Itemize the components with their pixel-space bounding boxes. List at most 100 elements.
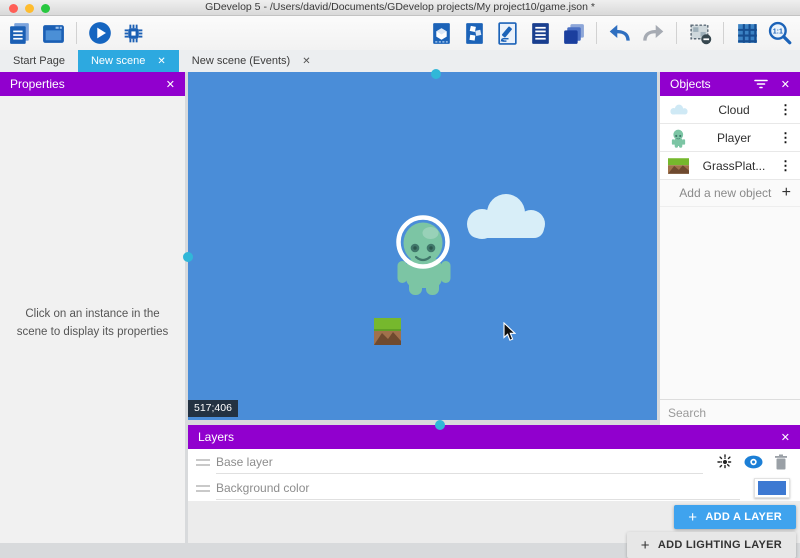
properties-panel: Properties ✕ Click on an instance in the… (0, 72, 185, 543)
instances-list-button[interactable] (526, 19, 554, 47)
drag-handle-icon[interactable] (196, 485, 210, 492)
play-preview-icon (87, 20, 113, 46)
grid-icon (735, 21, 760, 46)
object-name: Player (690, 131, 778, 145)
object-name: GrassPlat... (690, 159, 778, 173)
object-name: Cloud (690, 103, 778, 117)
drag-handle-icon[interactable] (196, 459, 210, 466)
scene-properties-button[interactable] (427, 19, 455, 47)
tab-label: New scene (Events) (192, 55, 290, 67)
tab-new-scene[interactable]: New scene ✕ (78, 50, 179, 72)
search-input[interactable] (668, 406, 800, 420)
traffic-lights (9, 4, 50, 13)
plus-icon: + (782, 185, 791, 201)
debug-icon (121, 21, 146, 46)
mouse-cursor (503, 322, 516, 342)
layers-panel-header: Layers ✕ (188, 425, 800, 449)
objects-search (660, 399, 800, 425)
undo-icon (607, 20, 633, 46)
cloud-instance[interactable] (456, 188, 556, 244)
close-icon[interactable]: ✕ (781, 431, 790, 444)
grass-platform-thumbnail-icon (667, 154, 690, 177)
panel-resize-handle-top[interactable] (431, 69, 441, 79)
minimize-window-button[interactable] (25, 4, 34, 13)
layers-panel: Layers ✕ Base layer Background color + A… (188, 425, 800, 543)
layers-stack-button[interactable] (559, 19, 587, 47)
objects-panel: Objects ✕ Cloud ⋮ Player ⋮ GrassPlat... … (660, 72, 800, 425)
redo-button[interactable] (639, 19, 667, 47)
grass-platform-instance[interactable] (374, 318, 401, 345)
player-instance[interactable] (392, 212, 456, 296)
object-menu-icon[interactable]: ⋮ (778, 158, 793, 174)
layer-name-field[interactable]: Base layer (216, 451, 703, 474)
properties-panel-header: Properties ✕ (0, 72, 185, 96)
tab-new-scene-events[interactable]: New scene (Events) ✕ (179, 50, 324, 72)
layer-name-field[interactable]: Background color (216, 477, 740, 500)
add-lighting-layer-label: ADD LIGHTING LAYER (658, 539, 782, 551)
scene-properties-icon (429, 21, 454, 46)
mask-button[interactable] (686, 19, 714, 47)
redo-icon (640, 20, 666, 46)
window-title: GDevelop 5 - /Users/david/Documents/GDev… (0, 0, 800, 15)
cloud-thumbnail-icon (667, 98, 690, 121)
panel-title: Objects (670, 77, 711, 91)
edit-scene-button[interactable] (493, 19, 521, 47)
close-tab-icon[interactable]: ✕ (302, 56, 310, 67)
grid-button[interactable] (733, 19, 761, 47)
toolbar-separator (676, 22, 677, 44)
objects-panel-header: Objects ✕ (660, 72, 800, 96)
background-color-swatch[interactable] (754, 478, 790, 498)
plus-icon: + (688, 510, 697, 525)
object-row-player[interactable]: Player ⋮ (660, 124, 800, 152)
panel-resize-handle-left[interactable] (183, 252, 193, 262)
mask-icon (688, 21, 713, 46)
scene-window-icon (41, 21, 66, 46)
zoom-original-button[interactable]: 1:1 (766, 19, 794, 47)
undo-button[interactable] (606, 19, 634, 47)
scene-canvas[interactable]: 517;406 (188, 72, 657, 420)
visibility-eye-icon[interactable] (744, 455, 763, 469)
close-tab-icon[interactable]: ✕ (157, 56, 165, 67)
object-row-cloud[interactable]: Cloud ⋮ (660, 96, 800, 124)
object-menu-icon[interactable]: ⋮ (778, 102, 793, 118)
object-menu-icon[interactable]: ⋮ (778, 130, 793, 146)
trash-icon[interactable] (774, 454, 788, 470)
add-layer-button[interactable]: + ADD A LAYER (674, 505, 796, 529)
tab-label: New scene (91, 55, 145, 67)
player-thumbnail-icon (667, 126, 690, 149)
close-icon[interactable]: ✕ (166, 78, 175, 91)
play-preview-button[interactable] (86, 19, 114, 47)
instances-list-icon (528, 21, 553, 46)
main-toolbar: 1:1 (0, 16, 800, 50)
plus-icon: + (641, 538, 650, 553)
close-icon[interactable]: ✕ (781, 78, 790, 91)
zoom-1-1-icon: 1:1 (767, 20, 793, 46)
maximize-window-button[interactable] (41, 4, 50, 13)
objects-editor-button[interactable] (460, 19, 488, 47)
project-manager-button[interactable] (6, 19, 34, 47)
toolbar-left-group (6, 19, 147, 47)
tab-label: Start Page (13, 55, 65, 67)
debug-button[interactable] (119, 19, 147, 47)
scene-editor-button[interactable] (39, 19, 67, 47)
panel-resize-handle-bottom[interactable] (435, 420, 445, 430)
panel-title: Properties (10, 77, 65, 91)
toolbar-separator (723, 22, 724, 44)
filter-icon[interactable] (753, 77, 769, 91)
window-titlebar: GDevelop 5 - /Users/david/Documents/GDev… (0, 0, 800, 16)
object-row-grassplatform[interactable]: GrassPlat... ⋮ (660, 152, 800, 180)
toolbar-separator (596, 22, 597, 44)
cursor-coordinates-badge: 517;406 (188, 400, 238, 417)
edit-scene-icon (495, 21, 520, 46)
panel-title: Layers (198, 430, 234, 444)
add-object-label: Add a new object (669, 186, 782, 200)
add-layer-label: ADD A LAYER (705, 511, 782, 523)
add-lighting-layer-button[interactable]: + ADD LIGHTING LAYER (627, 532, 796, 558)
svg-text:1:1: 1:1 (773, 29, 783, 36)
tab-start-page[interactable]: Start Page (0, 50, 78, 72)
layer-row-background-color[interactable]: Background color (188, 475, 800, 501)
add-new-object-button[interactable]: Add a new object + (660, 180, 800, 207)
layer-row-base[interactable]: Base layer (188, 449, 800, 475)
close-window-button[interactable] (9, 4, 18, 13)
lighting-icon[interactable] (717, 454, 733, 470)
